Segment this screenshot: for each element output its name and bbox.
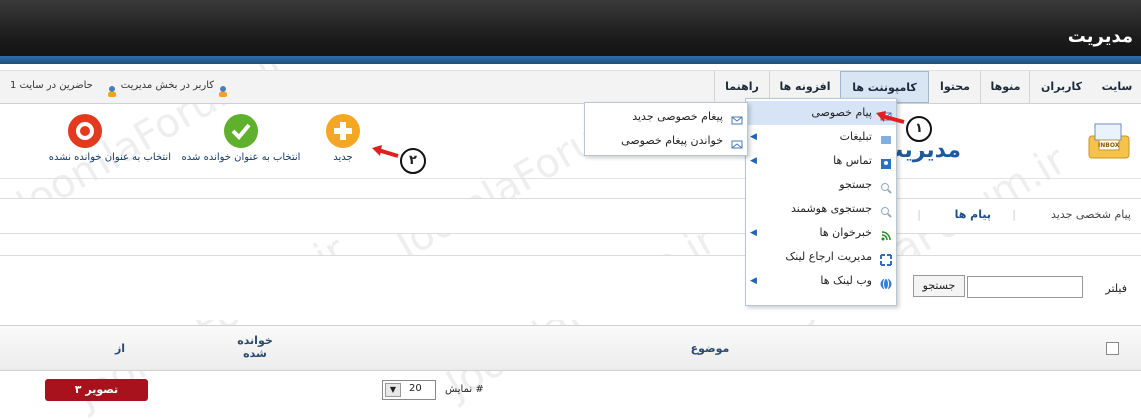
submenu-label: پیغام خصوصی جدید bbox=[632, 110, 723, 123]
submenu-label: خواندن پیغام خصوصی bbox=[621, 134, 723, 147]
figure-badge: تصویر ۳ bbox=[45, 379, 148, 401]
app-title: مدیریت bbox=[1067, 26, 1133, 47]
plus-icon bbox=[326, 114, 360, 148]
mark-read-label: انتخاب به عنوان خوانده شده bbox=[181, 152, 301, 163]
limit-value: 20 bbox=[409, 383, 422, 394]
redirect-icon bbox=[880, 251, 892, 266]
column-subject[interactable]: موضوع bbox=[680, 342, 740, 355]
menu-item-redirect[interactable]: مدیریت ارجاع لینک bbox=[746, 245, 896, 269]
new-button[interactable]: جدید bbox=[315, 114, 371, 163]
globe-icon bbox=[880, 275, 892, 290]
read-message-icon bbox=[731, 135, 743, 149]
menu-item-weblinks[interactable]: وب لینک ها ◀ bbox=[746, 269, 896, 293]
menu-item-label: خبرخوان ها bbox=[819, 226, 872, 239]
mark-unread-label: انتخاب به عنوان خوانده نشده bbox=[48, 152, 171, 163]
check-icon bbox=[224, 114, 258, 148]
circle-icon bbox=[68, 114, 102, 148]
menu-item-site[interactable]: سایت bbox=[1093, 71, 1141, 103]
banner-icon bbox=[880, 131, 892, 144]
filter-bar: فیلتر جستجو bbox=[0, 255, 1141, 320]
new-button-label: جدید bbox=[333, 152, 353, 163]
list-footer: نمایش # 20 ▼ تصویر ۳ bbox=[0, 372, 1141, 416]
toolbar: جدید انتخاب به عنوان خوانده شده انتخاب ب… bbox=[0, 104, 1141, 179]
submenu-arrow-icon: ◀ bbox=[750, 132, 757, 142]
menu-item-label: وب لینک ها bbox=[820, 274, 872, 287]
new-message-icon bbox=[731, 111, 743, 125]
menu-item-smart-search[interactable]: جستجوی هوشمند bbox=[746, 197, 896, 221]
column-read-line1: خوانده bbox=[237, 334, 273, 347]
annotation-badge-two: ۲ bbox=[400, 148, 426, 174]
column-read-line2: شده bbox=[243, 347, 267, 360]
online-users-link[interactable]: حاضرین در سایت bbox=[20, 80, 93, 91]
tab-separator: | bbox=[1012, 208, 1016, 221]
menu-item-label: جستجو bbox=[839, 178, 872, 191]
menu-item-search[interactable]: جستجو bbox=[746, 173, 896, 197]
menu-item-menus[interactable]: منوها bbox=[980, 71, 1030, 103]
annotation-badge-one: ۱ bbox=[906, 116, 932, 142]
column-from[interactable]: از bbox=[100, 342, 140, 355]
menu-item-content[interactable]: محتوا bbox=[928, 71, 981, 103]
contact-icon bbox=[880, 155, 892, 169]
submenu-arrow-icon: ◀ bbox=[750, 156, 757, 166]
menu-item-contacts[interactable]: تماس ها ◀ bbox=[746, 149, 896, 173]
submenu-arrow-icon: ◀ bbox=[750, 276, 757, 286]
display-label: نمایش # bbox=[445, 384, 484, 395]
admin-header: مدیریت bbox=[0, 0, 1141, 64]
user-icon bbox=[106, 79, 118, 97]
rss-icon bbox=[880, 227, 892, 242]
filter-label: فیلتر bbox=[1105, 282, 1127, 295]
select-all-checkbox[interactable] bbox=[1106, 342, 1119, 355]
tab-new-message[interactable]: پیام شخصی جدید bbox=[1051, 208, 1131, 221]
menu-item-label: جستجوی هوشمند bbox=[791, 202, 872, 215]
status-area: 1 کاربر در بخش مدیریت حاضرین در سایت bbox=[10, 70, 229, 102]
inbox-icon: INBOX bbox=[1087, 118, 1131, 162]
submenu-new-private-message[interactable]: پیغام خصوصی جدید bbox=[585, 105, 747, 129]
menu-item-label: مدیریت ارجاع لینک bbox=[785, 250, 872, 263]
menu-item-users[interactable]: کاربران bbox=[1029, 71, 1093, 103]
inbox-label: INBOX bbox=[1098, 142, 1120, 149]
menu-item-label: پیام خصوصی bbox=[811, 106, 872, 119]
submenu-arrow-icon: ◀ bbox=[750, 228, 757, 238]
search-icon bbox=[880, 203, 892, 218]
search-button[interactable]: جستجو bbox=[913, 275, 965, 297]
tab-separator: | bbox=[917, 208, 921, 221]
column-read[interactable]: خوانده شده bbox=[225, 334, 285, 360]
tab-messages[interactable]: پیام ها bbox=[955, 208, 991, 221]
table-header: موضوع خوانده شده از bbox=[0, 325, 1141, 371]
limit-select[interactable]: 20 ▼ bbox=[382, 380, 436, 400]
filter-input[interactable] bbox=[967, 276, 1083, 298]
search-icon bbox=[880, 179, 892, 194]
menu-item-label: تبلیغات bbox=[839, 130, 872, 143]
mark-read-button[interactable]: انتخاب به عنوان خوانده شده bbox=[176, 114, 306, 163]
subtabs: پیام شخصی جدید | پیام ها | bbox=[0, 198, 1141, 234]
submenu-read-private-message[interactable]: خواندن پیغام خصوصی bbox=[585, 129, 747, 153]
chevron-down-icon: ▼ bbox=[385, 383, 401, 397]
users-icon bbox=[217, 79, 229, 97]
messages-submenu: پیغام خصوصی جدید خواندن پیغام خصوصی bbox=[584, 102, 748, 156]
menu-item-newsfeeds[interactable]: خبرخوان ها ◀ bbox=[746, 221, 896, 245]
menu-item-label: تماس ها bbox=[833, 154, 872, 167]
mark-unread-button[interactable]: انتخاب به عنوان خوانده نشده bbox=[6, 114, 171, 163]
